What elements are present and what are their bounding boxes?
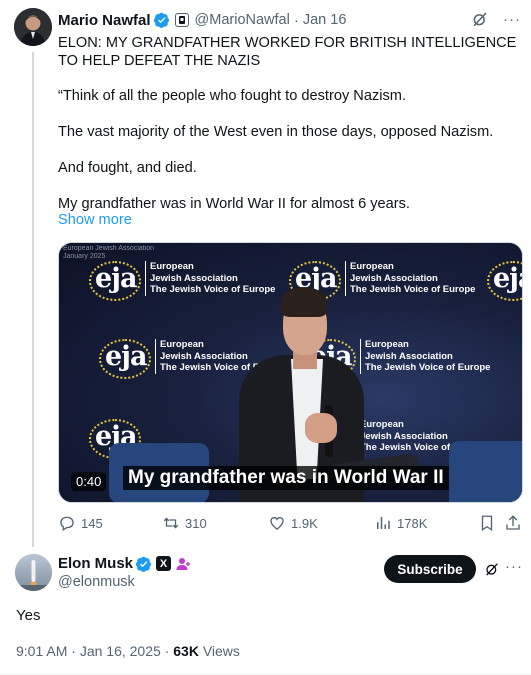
eja-logo: eja (487, 261, 522, 301)
tweet-text-line: The vast majority of the West even in th… (58, 124, 494, 140)
views-count: 63K (173, 643, 199, 659)
avatar[interactable] (15, 554, 52, 591)
views-count: 178K (397, 515, 428, 531)
share-icon[interactable] (504, 514, 522, 532)
tweet-text-line: My grandfather was in World War II for a… (58, 196, 410, 212)
author-name[interactable]: Mario Nawfal (58, 12, 151, 29)
video-duration-badge: 0:40 (71, 472, 107, 491)
repost-icon (163, 517, 179, 529)
verified-badge-icon (136, 556, 152, 572)
bookmark-icon[interactable] (478, 514, 496, 532)
chair (449, 441, 522, 502)
separator-dot: · (293, 11, 299, 29)
tweet-action-bar: 145 310 1.9K 178K (58, 514, 524, 534)
reply-author-row: Elon Musk X (58, 555, 191, 572)
video-event-title: European Jewish Association January 2025 (63, 245, 155, 260)
views-icon (377, 517, 390, 529)
tweet-meta: 9:01 AM · Jan 16, 2025 · 63K Views (16, 643, 240, 659)
person-badge-icon (176, 557, 191, 570)
x-badge-icon: X (156, 556, 172, 571)
avatar[interactable] (14, 8, 52, 46)
verified-badge-icon (153, 12, 169, 28)
more-icon[interactable]: ··· (505, 558, 523, 575)
repost-button[interactable]: 310 (162, 514, 207, 532)
separator-dot: · (164, 643, 170, 659)
like-icon (270, 517, 284, 530)
video-caption: My grandfather was in World War II (123, 466, 449, 490)
tweet-header: Mario Nawfal @MarioNawfal · Jan 16 ··· (58, 10, 521, 30)
grok-icon[interactable] (471, 10, 489, 28)
thread-connector-line (32, 52, 34, 547)
like-button[interactable]: 1.9K (268, 514, 318, 532)
tweet-body: ELON: MY GRANDFATHER WORKED FOR BRITISH … (58, 34, 520, 231)
more-icon[interactable]: ··· (503, 11, 521, 28)
reply-icon (60, 516, 74, 531)
author-handle[interactable]: @elonmusk (58, 574, 135, 590)
tweet-text-line: “Think of all the people who fought to d… (58, 88, 406, 104)
show-more-link[interactable]: Show more (58, 212, 132, 228)
views-button[interactable]: 178K (374, 514, 427, 532)
reply-text: Yes (16, 607, 41, 624)
author-name[interactable]: Elon Musk (58, 555, 133, 572)
tweet-date[interactable]: Jan 16 (303, 12, 347, 28)
subscribe-button[interactable]: Subscribe (384, 555, 476, 583)
like-count: 1.9K (291, 515, 318, 531)
tweet-time[interactable]: 9:01 AM (16, 643, 67, 659)
grok-icon[interactable] (484, 561, 500, 577)
tweet-text-line: And fought, and died. (58, 160, 197, 176)
reply-button[interactable]: 145 (58, 514, 103, 532)
video-player[interactable]: European Jewish Association January 2025… (58, 242, 523, 503)
separator-dot: · (71, 643, 76, 659)
tweet-full-date[interactable]: Jan 16, 2025 (80, 643, 161, 659)
reply-count: 145 (81, 515, 103, 531)
tweet-text-line: ELON: MY GRANDFATHER WORKED FOR BRITISH … (58, 35, 517, 69)
author-handle[interactable]: @MarioNawfal (195, 12, 290, 28)
views-label: Views (202, 643, 240, 659)
affiliate-badge-icon (174, 13, 189, 27)
repost-count: 310 (185, 515, 207, 531)
